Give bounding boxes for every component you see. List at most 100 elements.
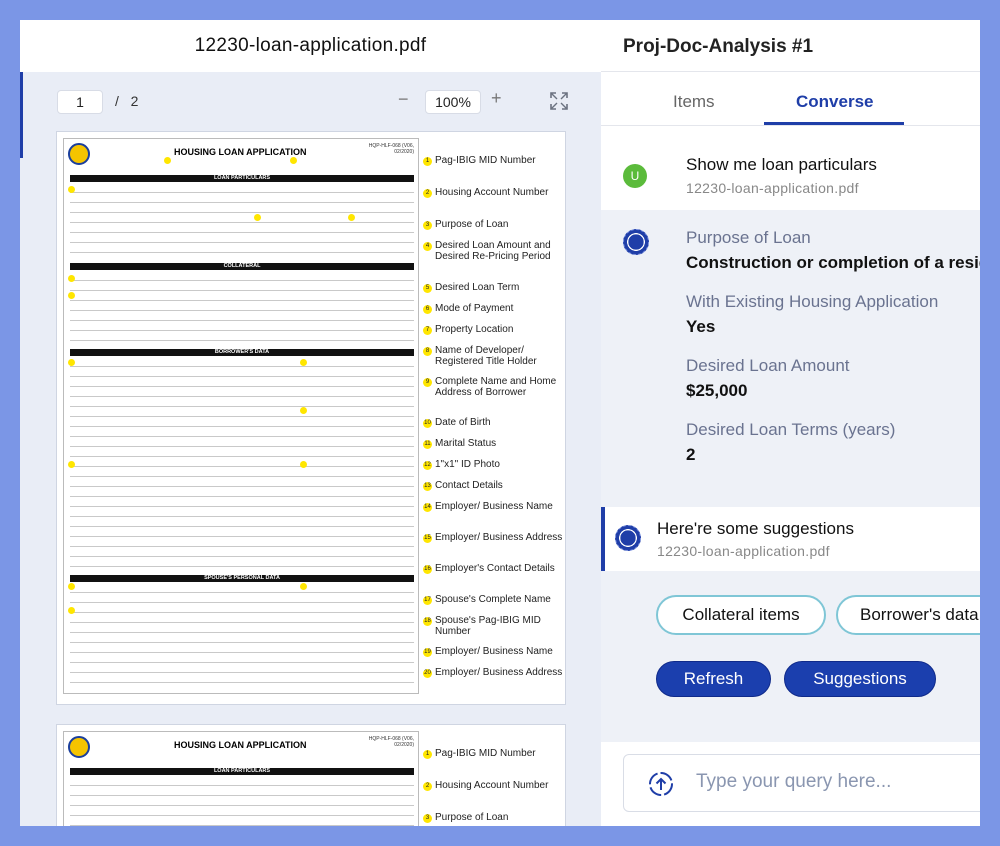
form-fields [70, 271, 414, 347]
tab-items[interactable]: Items [673, 92, 715, 112]
annotation-marker [68, 292, 75, 299]
legend-text: Date of Birth [435, 417, 491, 428]
zoom-level[interactable]: 100% [425, 90, 481, 114]
legend-item: 14 Employer/ Business Name [423, 501, 563, 513]
upload-icon[interactable] [648, 771, 674, 797]
pagibig-logo [68, 143, 90, 165]
file-name: 12230-loan-application.pdf [20, 20, 601, 72]
avatar: U [623, 164, 647, 188]
legend-number: 19 [423, 648, 432, 657]
pdf-toolbar: 1 / 2 − 100% + [20, 72, 601, 134]
legend-item: 6 Mode of Payment [423, 303, 563, 315]
legend-text: Name of Developer/ Registered Title Hold… [435, 345, 537, 367]
legend-number: 5 [423, 284, 432, 293]
legend-number: 13 [423, 482, 432, 491]
field-label: Desired Loan Amount [686, 356, 850, 375]
legend-text: Pag-IBIG MID Number [435, 155, 536, 166]
legend-number: 17 [423, 596, 432, 605]
legend-number: 2 [423, 782, 432, 791]
annotation-marker [68, 607, 75, 614]
legend-item: 2 Housing Account Number [423, 187, 563, 199]
form-code: HQP-HLF-068 (V06, 02/2020) [368, 736, 414, 748]
legend-item: 1 Pag-IBIG MID Number [423, 748, 563, 760]
section-header: SPOUSE'S PERSONAL DATA [70, 575, 414, 582]
chip-borrowers-data[interactable]: Borrower's data [836, 595, 980, 635]
section-header: COLLATERAL [70, 263, 414, 270]
message-text: Show me loan particulars [686, 155, 877, 174]
field-value: Construction or completion of a resident… [686, 253, 980, 272]
page-number-input[interactable]: 1 [57, 90, 103, 114]
section-header: BORROWER'S DATA [70, 349, 414, 356]
analysis-panel: Proj-Doc-Analysis #1 Items Converse U Sh… [601, 20, 980, 826]
field-value: 2 [686, 445, 696, 464]
legend-number: 6 [423, 305, 432, 314]
legend-number: 1 [423, 157, 432, 166]
loan-form: HOUSING LOAN APPLICATION HQP-HLF-068 (V0… [63, 138, 419, 694]
legend-number: 12 [423, 461, 432, 470]
form-title: HOUSING LOAN APPLICATION [174, 740, 307, 750]
zoom-out-button[interactable]: − [398, 89, 409, 110]
divider [601, 125, 980, 126]
tab-converse[interactable]: Converse [796, 92, 873, 112]
form-fields [70, 776, 414, 826]
legend-number: 11 [423, 440, 432, 449]
legend-item: 7 Property Location [423, 324, 563, 336]
legend-text: 1"x1" ID Photo [435, 459, 500, 470]
legend-item: 3 Purpose of Loan [423, 812, 563, 824]
legend-item: 9 Complete Name and Home Address of Borro… [423, 376, 563, 398]
refresh-button[interactable]: Refresh [656, 661, 771, 697]
section-header: LOAN PARTICULARS [70, 768, 414, 775]
legend-item: 20 Employer/ Business Address [423, 667, 563, 679]
expand-arrows-icon[interactable] [550, 92, 568, 110]
field-label: Desired Loan Terms (years) [686, 420, 896, 439]
legend-number: 4 [423, 242, 432, 251]
message-source[interactable]: 12230-loan-application.pdf [686, 180, 859, 196]
legend-number: 3 [423, 814, 432, 823]
legend-item: 16 Employer's Contact Details [423, 563, 563, 575]
query-input[interactable] [696, 771, 976, 793]
suggestions-button[interactable]: Suggestions [784, 661, 936, 697]
zoom-in-button[interactable]: + [491, 88, 502, 109]
field-value: Yes [686, 317, 716, 336]
legend-text: Mode of Payment [435, 303, 514, 314]
query-box [623, 754, 980, 812]
assistant-icon [623, 229, 649, 255]
annotation-marker [300, 359, 307, 366]
annotation-marker [300, 407, 307, 414]
message-source[interactable]: 12230-loan-application.pdf [657, 543, 830, 559]
legend-text: Contact Details [435, 480, 503, 491]
legend-text: Employer/ Business Address [435, 667, 563, 678]
loan-form: HOUSING LOAN APPLICATION HQP-HLF-068 (V0… [63, 731, 419, 826]
assistant-icon [615, 525, 641, 551]
annotation-marker [254, 214, 261, 221]
legend-item: 12 1"x1" ID Photo [423, 459, 563, 471]
annotation-marker [68, 186, 75, 193]
legend-item: 15 Employer/ Business Address [423, 532, 563, 544]
page-count: / 2 [115, 93, 139, 109]
legend-item: 8 Name of Developer/ Registered Title Hol… [423, 345, 563, 367]
legend-number: 2 [423, 189, 432, 198]
chip-collateral-items[interactable]: Collateral items [656, 595, 826, 635]
legend-text: Housing Account Number [435, 780, 549, 791]
form-fields [70, 183, 414, 261]
legend-number: 9 [423, 378, 432, 387]
annotation-marker [68, 359, 75, 366]
legend-number: 1 [423, 750, 432, 759]
legend-item: 18 Spouse's Pag-IBIG MID Number [423, 615, 563, 637]
field-label: With Existing Housing Application [686, 292, 939, 311]
form-fields [70, 357, 414, 571]
conversation: U Show me loan particulars 12230-loan-ap… [601, 142, 980, 742]
legend-text: Spouse's Complete Name [435, 594, 551, 605]
annotation-marker [300, 461, 307, 468]
legend-text: Employer's Contact Details [435, 563, 555, 574]
message-text: Here're some suggestions [657, 519, 854, 538]
pdf-page-1: HOUSING LOAN APPLICATION HQP-HLF-068 (V0… [56, 131, 566, 705]
legend-item: 3 Purpose of Loan [423, 219, 563, 231]
divider [601, 71, 980, 72]
annotation-marker [68, 461, 75, 468]
legend-text: Property Location [435, 324, 514, 335]
pagibig-logo [68, 736, 90, 758]
suggestion-message: Here're some suggestions 12230-loan-appl… [601, 507, 980, 571]
annotation-marker [348, 214, 355, 221]
legend-number: 14 [423, 503, 432, 512]
